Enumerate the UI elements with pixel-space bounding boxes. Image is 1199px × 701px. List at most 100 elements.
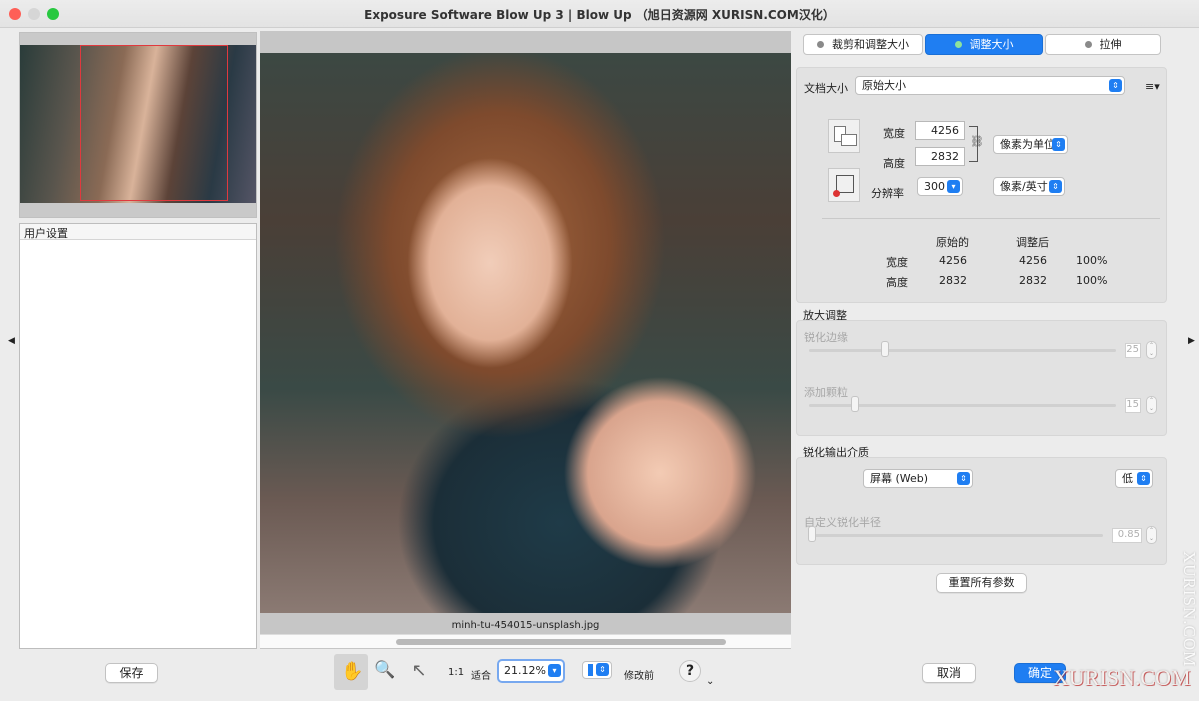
document-size-panel: 文档大小 原始大小 ⇕ ≡▾ 宽度 4256 高度 2832 ⛓ 像素为单位 ⇕… (796, 67, 1167, 303)
tab-label: 裁剪和调整大小 (832, 38, 909, 51)
divider (822, 218, 1160, 219)
chevron-updown-icon: ⇕ (1049, 180, 1062, 193)
pointer-tool-icon[interactable]: ↖ (408, 660, 430, 682)
chain-link-icon[interactable]: ⛓ (970, 135, 984, 148)
doc-size-value: 原始大小 (862, 79, 906, 92)
title-bar: Exposure Software Blow Up 3 | Blow Up （旭… (0, 0, 1199, 28)
chevron-updown-icon: ⇕ (957, 472, 970, 485)
reset-all-button[interactable]: 重置所有参数 (936, 573, 1027, 593)
adjusted-column-header: 调整后 (1016, 236, 1049, 249)
add-grain-knob[interactable] (851, 396, 859, 412)
height-label: 高度 (883, 157, 905, 170)
chevron-down-icon: ▾ (947, 180, 960, 193)
table-cell: 2832 (939, 274, 967, 287)
vertical-watermark: XURISN.COM (1180, 551, 1199, 668)
table-cell: 4256 (939, 254, 967, 267)
collapse-left-panel-icon[interactable]: ◀ (8, 336, 15, 346)
resolution-select[interactable]: 300 ▾ (917, 177, 963, 196)
sharpen-edges-stepper[interactable]: ⌃ ⌄ (1146, 341, 1157, 359)
collapse-right-panel-icon[interactable]: ▶ (1188, 336, 1195, 346)
sharpen-edges-label: 锐化边缘 (804, 331, 848, 344)
image-filename: minh-tu-454015-unsplash.jpg (451, 620, 600, 631)
table-row-label: 宽度 (886, 256, 908, 269)
horizontal-scrollbar[interactable] (260, 634, 791, 648)
resolution-unit-select[interactable]: 像素/英寸 ⇕ (993, 177, 1065, 196)
resample-icon[interactable] (828, 168, 860, 202)
corner-watermark: XURISN.COM (1053, 665, 1191, 690)
table-cell: 2832 (1019, 274, 1047, 287)
custom-radius-value[interactable]: 0.85 (1112, 528, 1142, 543)
output-media-value: 屏幕 (Web) (870, 472, 929, 485)
doc-size-label: 文档大小 (804, 82, 848, 95)
tab-label: 调整大小 (969, 38, 1014, 51)
sharpen-level-value: 低 (1122, 472, 1133, 485)
add-grain-label: 添加颗粒 (804, 386, 848, 399)
split-view-icon (588, 664, 593, 676)
tab-dot-icon (817, 41, 824, 48)
zoom-level-select[interactable]: 21.12% ▾ (497, 659, 565, 683)
preview-image[interactable] (260, 53, 791, 613)
output-sharpen-panel: 屏幕 (Web) ⇕ 低 ⇕ 自定义锐化半径 0.85 ⌃ ⌄ (796, 457, 1167, 565)
add-grain-value[interactable]: 15 (1125, 398, 1141, 413)
output-media-select[interactable]: 屏幕 (Web) ⇕ (863, 469, 973, 488)
help-icon: ? (685, 663, 695, 679)
table-row-label: 高度 (886, 276, 908, 289)
custom-radius-knob[interactable] (808, 526, 816, 542)
viewport-selection-rect[interactable] (80, 45, 228, 201)
hand-icon: ✋ (341, 661, 364, 682)
sharpen-edges-value[interactable]: 25 (1125, 343, 1141, 358)
chevron-updown-icon: ⇕ (1109, 79, 1122, 92)
chevron-down-icon: ▾ (548, 664, 561, 677)
tab-crop-resize[interactable]: 裁剪和调整大小 (803, 34, 923, 55)
chevron-updown-icon: ⇕ (1137, 472, 1150, 485)
tab-stretch[interactable]: 拉伸 (1045, 34, 1161, 55)
resolution-value: 300 (924, 180, 945, 193)
original-column-header: 原始的 (936, 236, 969, 249)
zoom-level-value: 21.12% (504, 664, 546, 677)
zoom-fit-button[interactable]: 适合 (471, 667, 491, 682)
resolution-label: 分辨率 (871, 187, 904, 200)
resolution-unit-value: 像素/英寸 (1000, 180, 1048, 193)
custom-radius-stepper[interactable]: ⌃ ⌄ (1146, 526, 1157, 544)
doc-size-select[interactable]: 原始大小 ⇕ (855, 76, 1125, 95)
tab-label: 拉伸 (1099, 38, 1122, 51)
unit-select[interactable]: 像素为单位 ⇕ (993, 135, 1068, 154)
window-title: Exposure Software Blow Up 3 | Blow Up （旭… (364, 8, 835, 22)
sharpen-edges-slider[interactable] (809, 349, 1116, 352)
add-grain-stepper[interactable]: ⌃ ⌄ (1146, 396, 1157, 414)
zoom-tool-icon[interactable]: 🔍 (374, 660, 396, 682)
table-cell: 100% (1076, 274, 1108, 287)
user-settings-header: 用户设置 (20, 224, 256, 240)
unit-value: 像素为单位 (1000, 138, 1055, 151)
tab-resize[interactable]: 调整大小 (925, 34, 1043, 55)
navigator-thumbnail[interactable] (19, 32, 257, 218)
table-cell: 4256 (1019, 254, 1047, 267)
chevron-updown-icon: ⇕ (1052, 138, 1065, 151)
scrollbar-thumb[interactable] (396, 639, 726, 645)
sharpen-level-select[interactable]: 低 ⇕ (1115, 469, 1153, 488)
before-label: 修改前 (624, 671, 654, 682)
before-after-toggle[interactable]: ⇕ (582, 661, 612, 679)
user-settings-panel: 用户设置 (19, 223, 257, 649)
zoom-1to1-button[interactable]: 1:1 (448, 667, 464, 678)
hand-tool-button[interactable]: ✋ (334, 654, 368, 690)
height-field[interactable]: 2832 (915, 147, 965, 166)
width-field[interactable]: 4256 (915, 121, 965, 140)
help-button[interactable]: ? (679, 660, 701, 682)
tab-dot-icon (954, 41, 962, 48)
table-cell: 100% (1076, 254, 1108, 267)
options-menu-icon[interactable]: ≡▾ (1145, 80, 1160, 93)
width-label: 宽度 (883, 127, 905, 140)
save-button[interactable]: 保存 (105, 663, 158, 683)
preview-area: minh-tu-454015-unsplash.jpg (260, 31, 791, 649)
custom-radius-slider[interactable] (809, 534, 1103, 537)
app-window: Exposure Software Blow Up 3 | Blow Up （旭… (0, 0, 1199, 701)
upscale-panel: 锐化边缘 25 ⌃ ⌄ 添加颗粒 15 ⌃ ⌄ (796, 320, 1167, 436)
tab-dot-icon (1084, 41, 1092, 48)
cancel-button[interactable]: 取消 (922, 663, 976, 683)
sharpen-edges-knob[interactable] (881, 341, 889, 357)
help-chevron-icon[interactable]: ⌄ (706, 676, 714, 687)
thumbnail-image (20, 45, 256, 203)
chevron-updown-icon: ⇕ (596, 663, 609, 676)
rotate-orientation-icon[interactable] (828, 119, 860, 153)
